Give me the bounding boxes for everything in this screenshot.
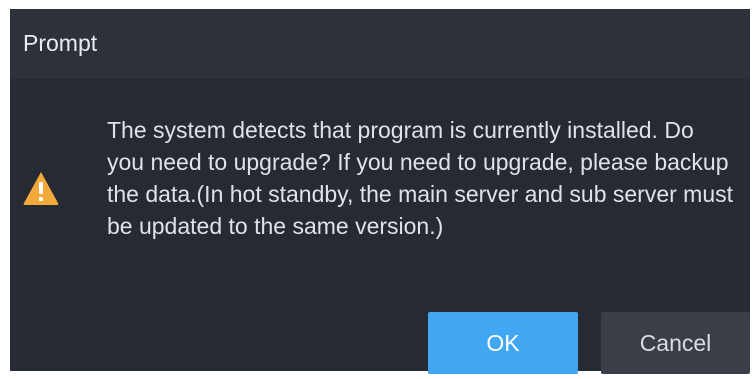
dialog-titlebar[interactable]: Prompt [10, 9, 750, 79]
dialog-title: Prompt [23, 30, 98, 56]
dialog-message: The system detects that program is curre… [107, 117, 734, 239]
prompt-dialog: Prompt The system detects that program i… [10, 9, 750, 374]
ok-button[interactable]: OK [428, 312, 578, 374]
cancel-button[interactable]: Cancel [601, 312, 750, 374]
warning-icon [23, 172, 59, 205]
